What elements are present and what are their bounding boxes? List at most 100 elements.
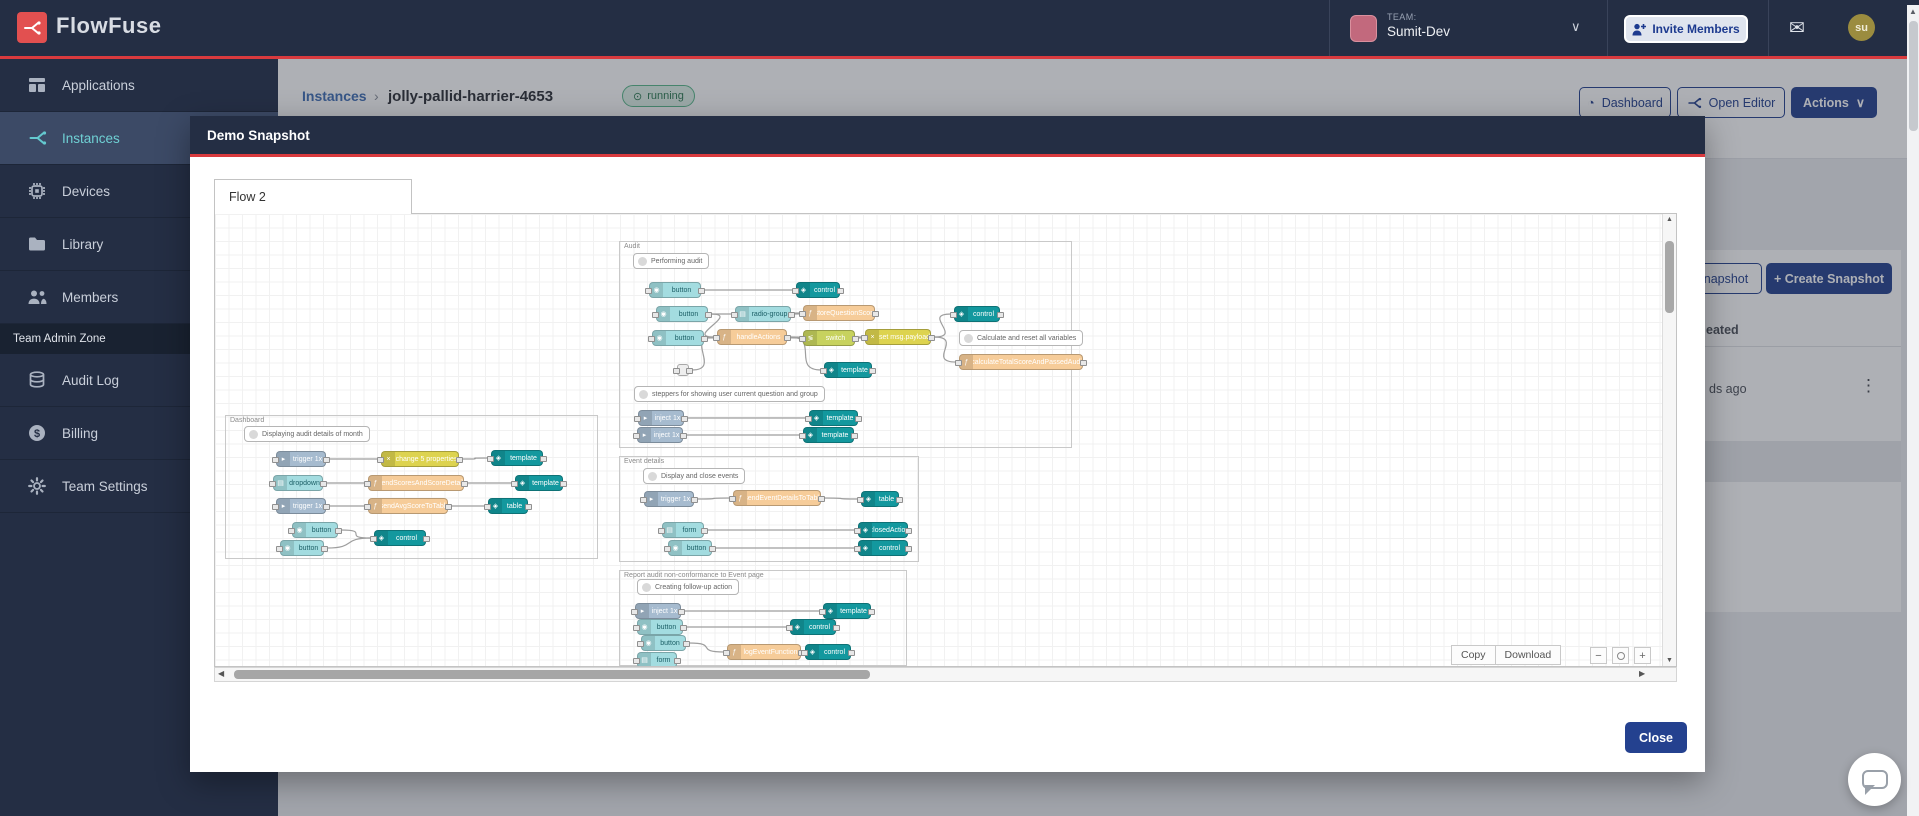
vertical-scrollbar[interactable]: ▲ ▼ bbox=[1662, 214, 1676, 666]
sidebar-item-label: Audit Log bbox=[62, 372, 120, 388]
flow-node-label: button bbox=[674, 334, 695, 342]
flow-node-label: button bbox=[311, 526, 332, 534]
download-button[interactable]: Download bbox=[1494, 645, 1562, 665]
teal-node-icon: ◈ bbox=[791, 620, 804, 634]
flow-node-label: switch bbox=[825, 334, 846, 342]
zoom-reset-button[interactable] bbox=[1612, 647, 1629, 664]
flow-node-control: ◈ control bbox=[786, 619, 840, 635]
flow-node-label: set msg.payload bbox=[879, 333, 930, 341]
button-node-icon: ◉ bbox=[642, 636, 655, 650]
bluegray-node-icon: ▸ bbox=[638, 428, 651, 442]
teal-node-icon: ◈ bbox=[825, 363, 838, 377]
comment-icon bbox=[964, 333, 973, 343]
flow-node-inject-1x: ▸ inject 1x bbox=[633, 427, 687, 443]
comment-icon bbox=[638, 256, 647, 266]
flowfuse-logo-icon[interactable] bbox=[17, 12, 47, 43]
teal-node-icon: ◈ bbox=[375, 531, 388, 545]
flow-link-node bbox=[673, 364, 693, 376]
team-chevron-down-icon[interactable]: ∨ bbox=[1571, 19, 1581, 35]
copy-button[interactable]: Copy bbox=[1451, 645, 1496, 665]
flow-comment-label: Displaying audit details of month bbox=[262, 430, 363, 438]
flow-node-template: ◈ template bbox=[487, 450, 547, 466]
zoom-out-button[interactable]: − bbox=[1590, 647, 1607, 664]
canvas-actions: Copy Download bbox=[1451, 645, 1562, 665]
teal-node-icon: ◈ bbox=[859, 541, 872, 555]
gear-icon bbox=[27, 476, 47, 496]
modal-accent-line bbox=[190, 154, 1705, 157]
flow-node-label: table bbox=[878, 495, 895, 503]
scroll-right-arrow-icon[interactable]: ▶ bbox=[1639, 669, 1645, 678]
flow-node-label: control bbox=[972, 310, 994, 318]
scroll-up-arrow-icon[interactable]: ▲ bbox=[1907, 7, 1919, 16]
flow-node-label: control bbox=[395, 534, 417, 542]
header-divider bbox=[1768, 0, 1769, 56]
svg-text:$: $ bbox=[34, 428, 40, 440]
flow-node-label: button bbox=[686, 544, 707, 552]
scroll-up-arrow-icon[interactable]: ▲ bbox=[1663, 216, 1676, 223]
flow-node-calculateTotalScoreAndPassedAudit: ƒ calculateTotalScoreAndPassedAudit bbox=[955, 354, 1087, 370]
invite-members-button[interactable]: Invite Members bbox=[1624, 15, 1748, 43]
horizontal-scrollbar[interactable]: ◀ ▶ bbox=[214, 667, 1677, 682]
zoom-controls: − + bbox=[1590, 647, 1651, 664]
zoom-in-button[interactable]: + bbox=[1634, 647, 1651, 664]
button-node-icon: ◉ bbox=[669, 541, 682, 555]
button-node-icon: ◉ bbox=[653, 331, 666, 345]
bluegray-node-icon: ▸ bbox=[645, 492, 658, 506]
flow-node-label: template bbox=[840, 607, 867, 615]
ui-node-icon: ▤ bbox=[274, 476, 287, 490]
flow-node-label: button bbox=[656, 623, 677, 631]
function-node-icon: ƒ bbox=[718, 330, 731, 344]
flow-node-trigger-1x: ▸ trigger 1x bbox=[272, 451, 330, 467]
sidebar-item-applications[interactable]: Applications bbox=[0, 59, 278, 112]
bluegray-node-icon: ▸ bbox=[639, 411, 652, 425]
flow-node-form: ▤ form bbox=[658, 522, 708, 538]
flow-node-button: ◉ button bbox=[276, 540, 328, 556]
bluegray-node-icon: ▸ bbox=[277, 499, 290, 513]
flow-node-button: ◉ button bbox=[633, 619, 687, 635]
team-avatar[interactable] bbox=[1350, 15, 1377, 42]
teal-node-icon: ◈ bbox=[824, 604, 837, 618]
flow-comment: Performing audit bbox=[633, 253, 710, 269]
flow-node-table: ◈ table bbox=[484, 498, 532, 514]
flow-node-label: form bbox=[656, 656, 671, 664]
team-label: TEAM: bbox=[1387, 12, 1417, 22]
flow-canvas: Audit Dashboard Event details Report audit … bbox=[215, 214, 1662, 666]
page-scrollbar-thumb[interactable] bbox=[1908, 21, 1918, 131]
horizontal-scrollbar-thumb[interactable] bbox=[234, 670, 870, 679]
flow-node-control: ◈ control bbox=[854, 540, 912, 556]
flow-node-label: template bbox=[510, 454, 537, 462]
function-node-icon: ƒ bbox=[804, 306, 817, 320]
scroll-down-arrow-icon[interactable]: ▼ bbox=[1663, 657, 1676, 664]
flow-node-table: ◈ table bbox=[857, 491, 903, 507]
flow-node-inject-1x: ▸ inject 1x bbox=[634, 410, 688, 426]
flow-comment-label: Calculate and reset all variables bbox=[977, 334, 1077, 342]
page-scrollbar[interactable]: ▲ bbox=[1907, 5, 1919, 816]
ui-node-icon: ▤ bbox=[663, 523, 676, 537]
modal-header: Demo Snapshot bbox=[190, 116, 1705, 154]
header-divider bbox=[1607, 0, 1608, 56]
comment-icon bbox=[642, 582, 651, 592]
flow-node-label: button bbox=[671, 286, 692, 294]
team-name[interactable]: Sumit-Dev bbox=[1387, 24, 1450, 39]
flow-node-handleActions: ƒ handleActions bbox=[713, 329, 791, 345]
close-button[interactable]: Close bbox=[1625, 722, 1687, 753]
function-node-icon: ƒ bbox=[369, 499, 382, 513]
chat-widget-button[interactable] bbox=[1848, 753, 1901, 806]
flow-node-label: button bbox=[298, 544, 319, 552]
flow-node-label: change 5 properties bbox=[395, 455, 458, 463]
flow-comment: Creating follow-up action bbox=[637, 579, 740, 595]
user-avatar[interactable]: su bbox=[1848, 14, 1875, 41]
flow-node-radio-group: ▤ radio-group bbox=[731, 306, 795, 322]
flow-node-label: control bbox=[808, 623, 830, 631]
bluegray-node-icon: ▸ bbox=[636, 604, 649, 618]
flow-node-label: button bbox=[660, 639, 680, 647]
vertical-scrollbar-thumb[interactable] bbox=[1665, 241, 1674, 313]
flow-node-label: trigger 1x bbox=[292, 502, 323, 510]
flow-canvas-wrapper: Audit Dashboard Event details Report audit … bbox=[214, 213, 1677, 667]
flow-tab[interactable]: Flow 2 bbox=[214, 179, 412, 214]
flow-node-sendEventDetailsToTable: ƒ sendEventDetailsToTable bbox=[729, 490, 825, 506]
scroll-left-arrow-icon[interactable]: ◀ bbox=[218, 669, 224, 678]
mail-icon[interactable]: ✉ bbox=[1789, 17, 1805, 40]
flow-node-inject-1x: ▸ inject 1x bbox=[631, 603, 685, 619]
modal-title: Demo Snapshot bbox=[207, 127, 310, 143]
